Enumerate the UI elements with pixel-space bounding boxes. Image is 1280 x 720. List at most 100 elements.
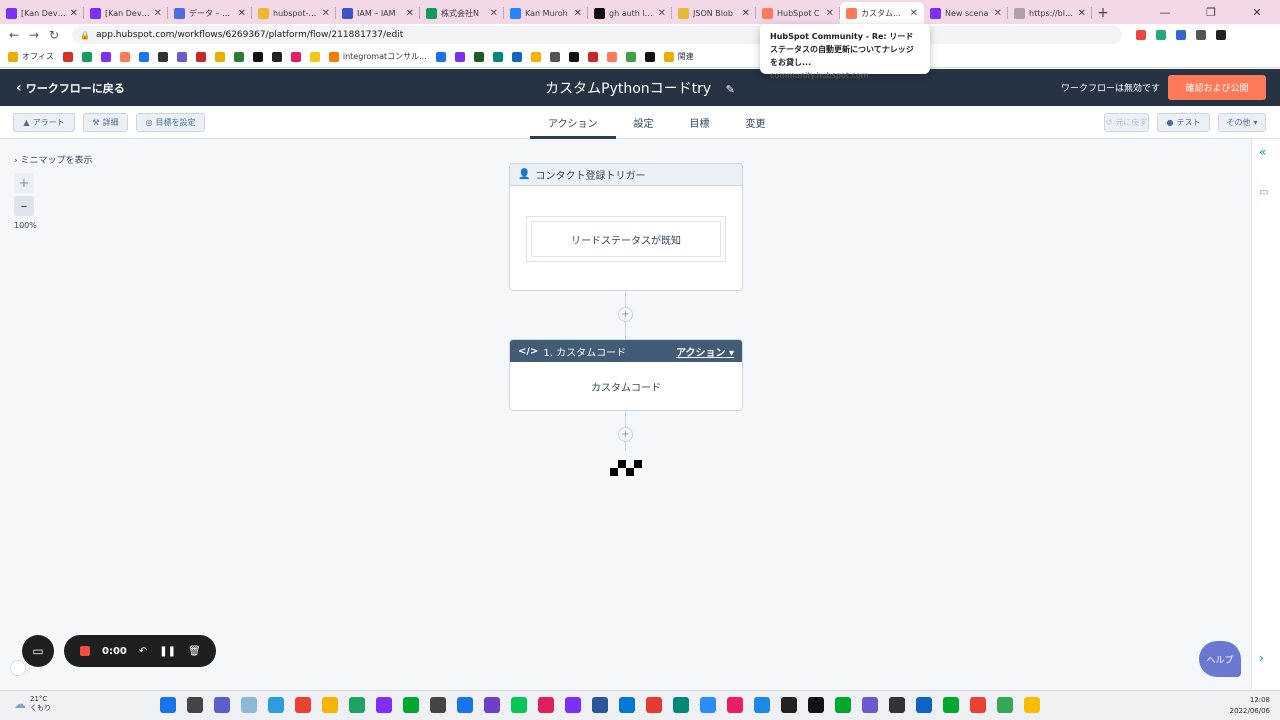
evernote-icon[interactable]: [835, 697, 851, 713]
bookmark-folder-related[interactable]: 関連: [663, 51, 694, 62]
app-icon[interactable]: [727, 697, 743, 713]
browser-tab[interactable]: HubSpot C ✕: [756, 2, 840, 24]
facebook-icon[interactable]: [138, 51, 149, 62]
forward-arrow-icon[interactable]: →: [24, 28, 44, 42]
browser-tab[interactable]: https://blog ✕: [1008, 2, 1092, 24]
bookmark-icon[interactable]: [214, 51, 225, 62]
app-icon[interactable]: [430, 697, 446, 713]
puzzle-icon[interactable]: [1196, 30, 1206, 40]
app-icon[interactable]: [700, 697, 716, 713]
hubspot-icon[interactable]: [606, 51, 617, 62]
home-icon[interactable]: [511, 51, 522, 62]
start-icon[interactable]: [160, 697, 176, 713]
close-tab-icon[interactable]: ✕: [490, 8, 498, 19]
chrome-icon[interactable]: [295, 697, 311, 713]
bookmark-icon[interactable]: [454, 51, 465, 62]
more-button[interactable]: その他 ▾: [1218, 113, 1266, 132]
app-icon[interactable]: [268, 697, 284, 713]
add-action-button[interactable]: +: [618, 427, 633, 442]
bookmark-icon[interactable]: [473, 51, 484, 62]
set-goal-button[interactable]: ◎ 目標を設定: [136, 113, 205, 132]
back-arrow-icon[interactable]: ←: [4, 28, 24, 42]
close-tab-icon[interactable]: ✕: [910, 8, 918, 19]
file-explorer-icon[interactable]: [322, 697, 338, 713]
browser-tab[interactable]: Kan Muroh ✕: [504, 2, 588, 24]
trigger-filter[interactable]: リードステータスが既知: [531, 221, 721, 257]
test-button[interactable]: ● テスト: [1157, 113, 1210, 132]
browser-tab[interactable]: IAM – IAM ✕: [336, 2, 420, 24]
bookmark-icon[interactable]: [587, 51, 598, 62]
chrome-icon[interactable]: [970, 697, 986, 713]
restore-icon[interactable]: ❐: [1188, 0, 1234, 24]
bookmark-icon[interactable]: [435, 51, 446, 62]
hubspot-icon[interactable]: [119, 51, 130, 62]
trigger-filter-group[interactable]: リードステータスが既知: [526, 216, 726, 262]
double-chevron-left-icon[interactable]: «: [1259, 145, 1266, 159]
help-button[interactable]: ヘルプ: [1199, 641, 1241, 677]
drive-icon[interactable]: [81, 51, 92, 62]
browser-tab[interactable]: [Kan Dev]Hu ✕: [0, 2, 84, 24]
tab-changes[interactable]: 変更: [728, 106, 784, 139]
close-tab-icon[interactable]: ✕: [406, 8, 414, 19]
close-window-icon[interactable]: ✕: [1234, 0, 1280, 24]
comment-icon[interactable]: ▭: [1259, 187, 1268, 198]
github-desktop-icon[interactable]: [889, 697, 905, 713]
terminal-icon[interactable]: [781, 697, 797, 713]
chrome-icon[interactable]: [997, 697, 1013, 713]
bookmark-icon[interactable]: [644, 51, 655, 62]
gmail-icon[interactable]: [62, 51, 73, 62]
browser-tab[interactable]: [Kan Dev] H ✕: [84, 2, 168, 24]
app-icon[interactable]: [754, 697, 770, 713]
bookmark-icon[interactable]: [157, 51, 168, 62]
weather-widget[interactable]: ☁ 21°C くもり: [14, 695, 51, 713]
app-icon[interactable]: [565, 697, 581, 713]
app-icon[interactable]: [646, 697, 662, 713]
show-minimap-toggle[interactable]: › ミニマップを表示: [14, 153, 93, 166]
close-tab-icon[interactable]: ✕: [826, 8, 834, 19]
task-view-icon[interactable]: [187, 697, 203, 713]
clickup-icon[interactable]: [376, 697, 392, 713]
line-icon[interactable]: [511, 697, 527, 713]
back-to-workflows-link[interactable]: ‹ ワークフローに戻る: [16, 80, 125, 96]
tab-settings[interactable]: 設定: [616, 106, 672, 139]
undo-icon[interactable]: ↶: [139, 646, 147, 657]
details-button[interactable]: ⚒ 詳細: [83, 113, 128, 132]
app-icon[interactable]: [349, 697, 365, 713]
close-tab-icon[interactable]: ✕: [322, 8, 330, 19]
github-icon[interactable]: [484, 697, 500, 713]
review-and-publish-button[interactable]: 確認および公開: [1168, 75, 1266, 100]
bookmark-integromat[interactable]: integromatコンサル...: [328, 51, 427, 62]
revert-button[interactable]: ↺ 元に戻す: [1104, 113, 1149, 132]
notion-icon[interactable]: [808, 697, 824, 713]
maps-icon[interactable]: [457, 697, 473, 713]
app-icon[interactable]: [862, 697, 878, 713]
reload-icon[interactable]: ↻: [44, 28, 64, 42]
pencil-icon[interactable]: ✎: [726, 83, 735, 96]
bookmark-icon[interactable]: [625, 51, 636, 62]
app-icon[interactable]: [916, 697, 932, 713]
browser-tab[interactable]: カスタムPyth ✕: [840, 2, 924, 24]
bookmark-icon[interactable]: [568, 51, 579, 62]
browser-tab[interactable]: 株式会社N ✕: [420, 2, 504, 24]
bookmark-icon[interactable]: [290, 51, 301, 62]
tab-goals[interactable]: 目標: [672, 106, 728, 139]
enrollment-trigger-card[interactable]: 👤 コンタクト登録トリガー リードステータスが既知: [509, 163, 743, 291]
browser-tab[interactable]: New scena ✕: [924, 2, 1008, 24]
browser-tab[interactable]: gh auth log ✕: [588, 2, 672, 24]
action-menu-link[interactable]: アクション ▾: [676, 344, 734, 359]
system-clock[interactable]: 12:08 2022/06/06: [1230, 695, 1270, 717]
close-tab-icon[interactable]: ✕: [994, 8, 1002, 19]
github-icon[interactable]: [252, 51, 263, 62]
bookmark-icon[interactable]: [492, 51, 503, 62]
trash-icon[interactable]: 🗑: [188, 646, 201, 657]
bookmark-icon[interactable]: [176, 51, 187, 62]
extension-icon[interactable]: [1136, 30, 1146, 40]
photos-icon[interactable]: [241, 697, 257, 713]
pause-icon[interactable]: ❚❚: [159, 646, 176, 657]
link-icon[interactable]: [549, 51, 560, 62]
notion-icon[interactable]: [271, 51, 282, 62]
add-action-button[interactable]: +: [618, 307, 633, 322]
close-tab-icon[interactable]: ✕: [154, 8, 162, 19]
evernote-icon[interactable]: [403, 697, 419, 713]
close-tab-icon[interactable]: ✕: [1078, 8, 1086, 19]
